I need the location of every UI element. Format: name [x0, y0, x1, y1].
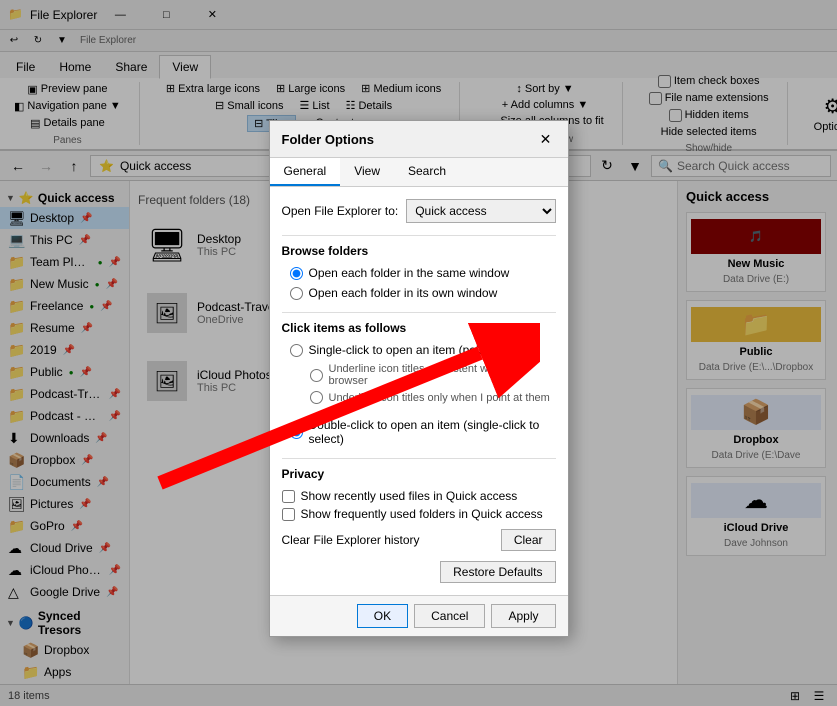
frequent-folders-cb[interactable] — [282, 508, 295, 521]
apply-button[interactable]: Apply — [491, 604, 555, 628]
ok-button[interactable]: OK — [357, 604, 408, 628]
clear-button[interactable]: Clear — [501, 529, 556, 551]
browse-folders-group: Open each folder in the same window Open… — [290, 266, 556, 300]
clear-history-row: Clear File Explorer history Clear — [282, 529, 556, 551]
recent-files-text: Show recently used files in Quick access — [301, 489, 518, 503]
clear-history-label: Clear File Explorer history — [282, 533, 420, 547]
underline-point-radio[interactable] — [310, 391, 323, 404]
single-click-radio[interactable] — [290, 344, 303, 357]
double-click-label[interactable]: Double-click to open an item (single-cli… — [290, 418, 556, 446]
click-items-group: Single-click to open an item (point to s… — [290, 343, 556, 446]
frequent-folders-text: Show frequently used folders in Quick ac… — [301, 507, 543, 521]
open-explorer-select[interactable]: Quick access — [406, 199, 555, 223]
open-explorer-row: Open File Explorer to: Quick access — [282, 199, 556, 223]
open-explorer-label: Open File Explorer to: — [282, 204, 399, 218]
privacy-title: Privacy — [282, 467, 556, 481]
modal-tab-search[interactable]: Search — [394, 158, 460, 186]
modal-close-button[interactable]: ✕ — [536, 129, 556, 149]
frequent-folders-label[interactable]: Show frequently used folders in Quick ac… — [282, 507, 556, 521]
underline-browser-text: Underline icon titles consistent with my… — [329, 363, 556, 387]
same-window-label[interactable]: Open each folder in the same window — [290, 266, 556, 280]
modal-body: Open File Explorer to: Quick access Brow… — [270, 187, 568, 595]
click-items-title: Click items as follows — [282, 321, 556, 335]
modal-footer: OK Cancel Apply — [270, 595, 568, 636]
same-window-text: Open each folder in the same window — [309, 266, 510, 280]
modal-overlay: Folder Options ✕ General View Search Ope… — [0, 0, 837, 706]
same-window-radio[interactable] — [290, 267, 303, 280]
underline-point-label[interactable]: Underline icon titles only when I point … — [310, 391, 556, 404]
restore-defaults-button[interactable]: Restore Defaults — [440, 561, 555, 583]
modal-tab-general[interactable]: General — [270, 158, 341, 186]
recent-files-label[interactable]: Show recently used files in Quick access — [282, 489, 556, 503]
modal-title: Folder Options — [282, 132, 374, 147]
recent-files-cb[interactable] — [282, 490, 295, 503]
own-window-radio[interactable] — [290, 287, 303, 300]
single-click-label[interactable]: Single-click to open an item (point to s… — [290, 343, 556, 357]
folder-options-modal: Folder Options ✕ General View Search Ope… — [269, 120, 569, 637]
double-click-text: Double-click to open an item (single-cli… — [309, 418, 556, 446]
modal-titlebar: Folder Options ✕ — [270, 121, 568, 158]
cancel-button[interactable]: Cancel — [414, 604, 485, 628]
modal-tabs: General View Search — [270, 158, 568, 187]
double-click-radio[interactable] — [290, 426, 303, 439]
restore-row: Restore Defaults — [282, 561, 556, 583]
underline-point-text: Underline icon titles only when I point … — [329, 392, 550, 404]
privacy-section: Show recently used files in Quick access… — [282, 489, 556, 551]
underline-browser-radio[interactable] — [310, 369, 323, 382]
modal-tab-view[interactable]: View — [340, 158, 394, 186]
own-window-label[interactable]: Open each folder in its own window — [290, 286, 556, 300]
single-click-text: Single-click to open an item (point to s… — [309, 343, 541, 357]
own-window-text: Open each folder in its own window — [309, 286, 498, 300]
underline-browser-label[interactable]: Underline icon titles consistent with my… — [310, 363, 556, 387]
sub-radio-group: Underline icon titles consistent with my… — [310, 363, 556, 404]
browse-folders-title: Browse folders — [282, 244, 556, 258]
